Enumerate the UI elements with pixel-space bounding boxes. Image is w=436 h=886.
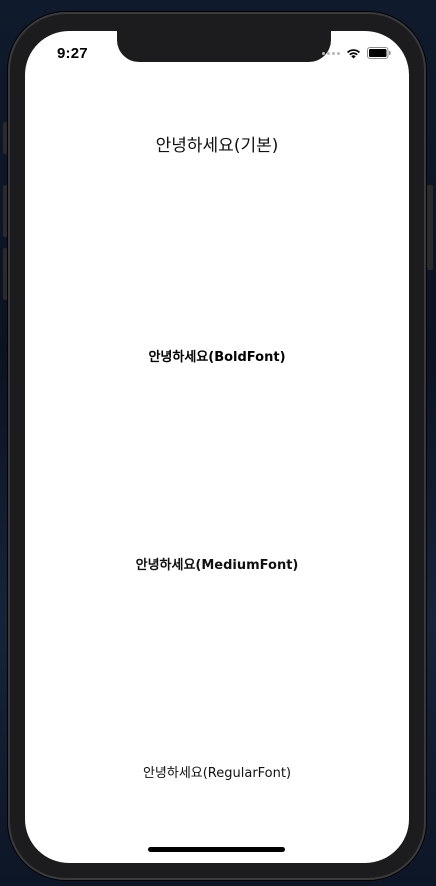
status-time: 9:27 <box>57 45 88 62</box>
signal-dots-icon <box>322 51 340 55</box>
label-medium-font: 안녕하세요(MediumFont) <box>135 558 299 573</box>
status-icons <box>322 47 391 59</box>
label-regular-font: 안녕하세요(RegularFont) <box>142 766 292 781</box>
label-bold-font: 안녕하세요(BoldFont) <box>148 350 286 365</box>
notch <box>117 31 331 62</box>
power-button <box>427 185 433 270</box>
wifi-icon <box>347 49 360 59</box>
battery-icon <box>367 47 391 59</box>
label-default-font: 안녕하세요(기본) <box>155 136 279 156</box>
app-screen: 9:27 안녕하세요(기본) 안녕하세요(BoldFont) 안녕하세요(Med… <box>25 31 409 863</box>
iphone-device-frame: 9:27 안녕하세요(기본) 안녕하세요(BoldFont) 안녕하세요(Med… <box>8 12 426 880</box>
home-indicator[interactable] <box>148 847 285 852</box>
